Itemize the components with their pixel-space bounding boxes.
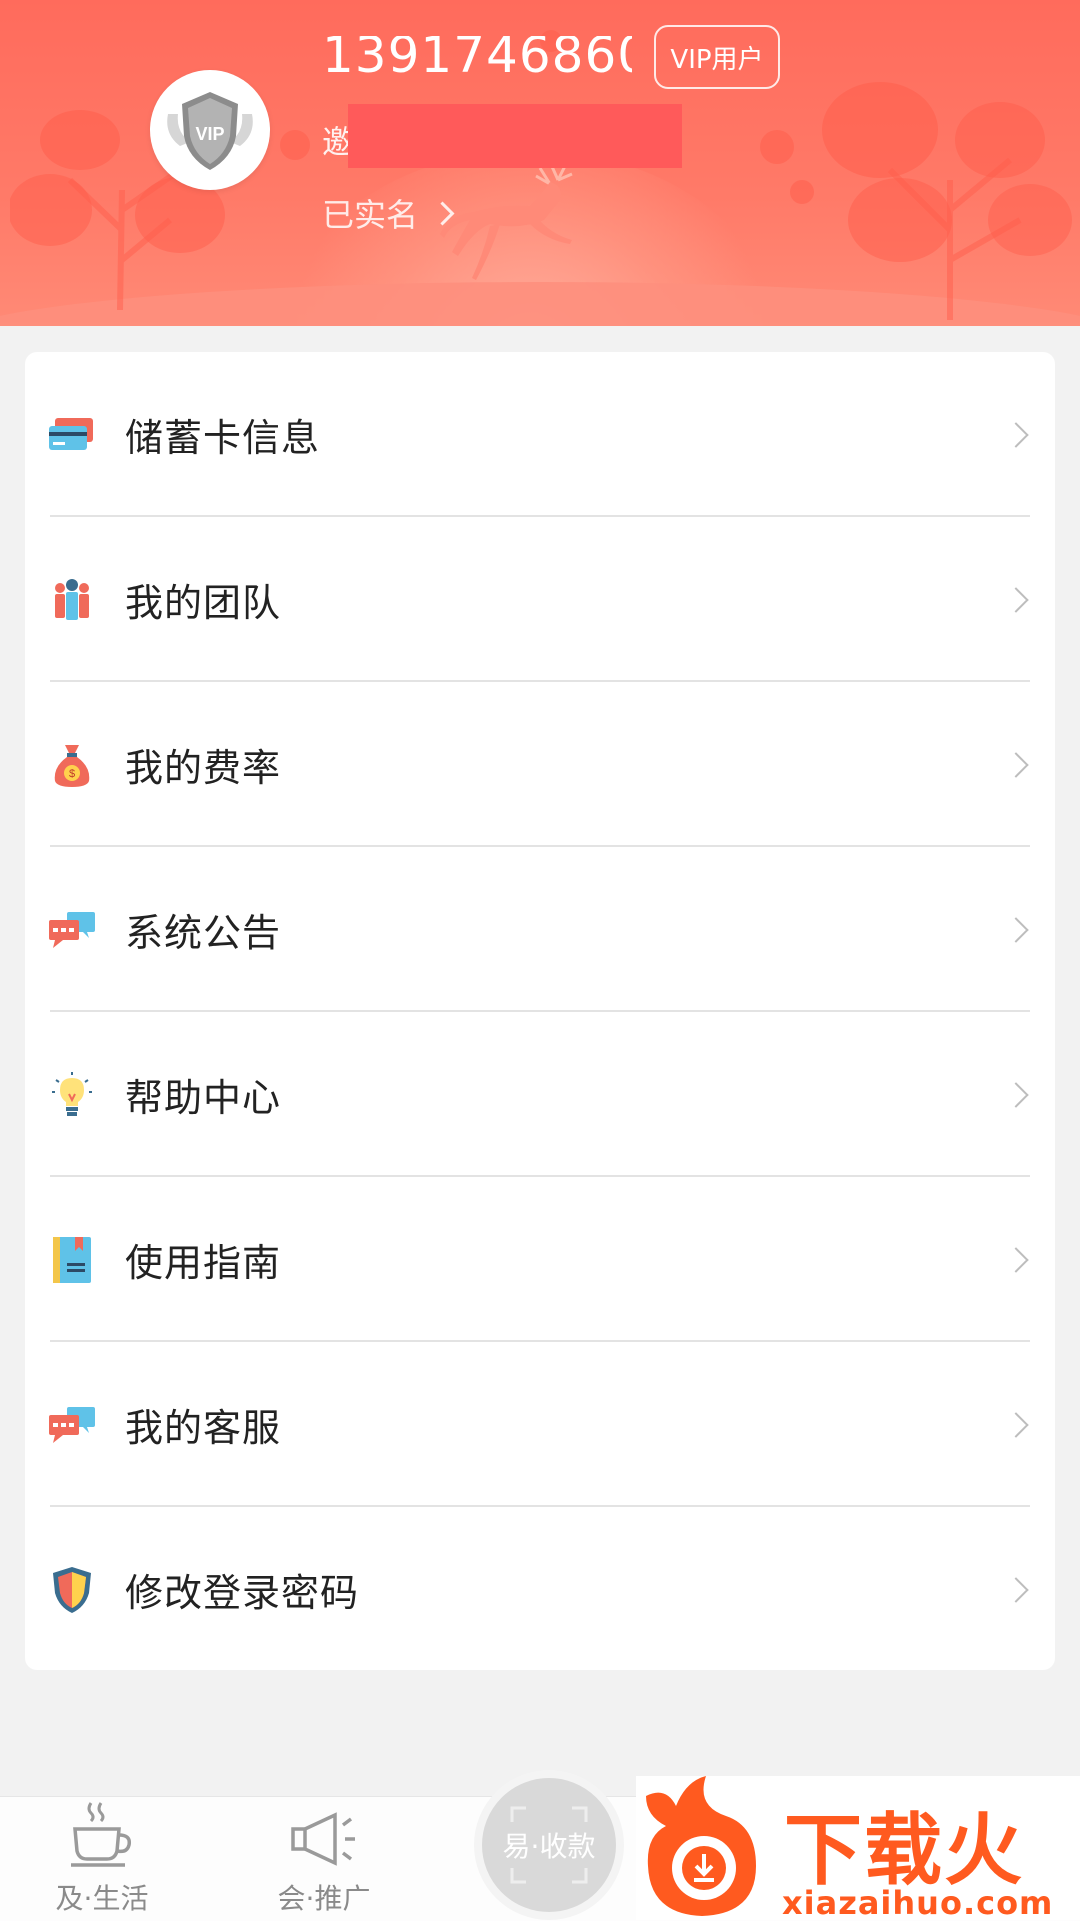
menu-item-debit-card[interactable]: 储蓄卡信息 [25,352,1055,517]
menu-item-label: 系统公告 [125,911,282,955]
chevron-right-icon [1003,1576,1029,1603]
avatar-text: VIP [195,124,224,144]
decor-bubble [280,130,310,160]
bank-card-icon [47,410,97,460]
shield-icon [47,1565,97,1615]
decor-bubble [760,130,794,164]
tab-life[interactable]: 及·生活 [22,1797,182,1921]
menu-item-user-guide[interactable]: 使用指南 [25,1177,1055,1342]
menu-item-label: 我的费率 [125,746,282,790]
avatar[interactable]: VIP [150,70,270,190]
tab-label: 会·推广 [277,1882,371,1915]
decor-bubble [790,180,814,204]
vip-shield-avatar-icon: VIP [167,92,253,170]
team-icon [47,575,97,625]
chevron-right-icon [1003,1411,1029,1438]
chevron-right-icon [1003,916,1029,943]
redacted-invite-code [348,104,682,168]
money-bag-icon: $ [47,740,97,790]
vip-badge: VIP用户 [654,25,780,89]
verified-label: 已实名 [322,196,419,234]
menu-item-label: 修改登录密码 [125,1571,360,1615]
menu-item-label: 我的团队 [125,581,282,625]
menu-item-label: 使用指南 [125,1241,282,1285]
chevron-right-icon [1003,751,1029,778]
guide-book-icon [47,1235,97,1285]
profile-header: VIP 13917468607 VIP用户 邀 已实名 [0,0,1080,326]
flame-logo-icon [646,1776,756,1916]
announcement-chat-icon [47,905,97,955]
menu-item-label: 我的客服 [125,1406,282,1450]
decor-tree-right [822,82,1072,320]
tab-label: 及·生活 [55,1882,149,1915]
coffee-cup-icon [71,1802,132,1867]
chevron-right-icon [1003,1246,1029,1273]
megaphone-icon [291,1812,355,1866]
chevron-right-icon [1003,1081,1029,1108]
menu-item-label: 帮助中心 [125,1076,282,1120]
menu-item-customer-service[interactable]: 我的客服 [25,1342,1055,1507]
center-button-label: 易·收款 [502,1830,596,1863]
receive-payment-button[interactable]: 易·收款 [474,1770,624,1920]
customer-service-chat-icon [47,1400,97,1450]
menu-card: 储蓄卡信息 我的团队 $ 我的费率 系统公告 帮助中心 使用指南 我的客服 修改… [25,352,1055,1670]
menu-item-system-announcement[interactable]: 系统公告 [25,847,1055,1012]
verified-status-link[interactable]: 已实名 [322,190,455,236]
lightbulb-icon [47,1070,97,1120]
watermark-url: xiazaihuo.com [782,1884,1054,1920]
deer-icon [440,161,573,280]
watermark-logo: 下载火 xiazaihuo.com [636,1776,1080,1920]
svg-text:$: $ [69,768,75,780]
chevron-right-icon [430,200,455,226]
menu-item-label: 储蓄卡信息 [125,416,321,460]
menu-item-my-rate[interactable]: $ 我的费率 [25,682,1055,847]
phone-number: 13917468607 [322,36,632,84]
menu-item-help-center[interactable]: 帮助中心 [25,1012,1055,1177]
chevron-right-icon [1003,586,1029,613]
chevron-right-icon [1003,421,1029,448]
tab-promote[interactable]: 会·推广 [244,1797,404,1921]
menu-item-my-team[interactable]: 我的团队 [25,517,1055,682]
menu-item-change-password[interactable]: 修改登录密码 [25,1507,1055,1672]
